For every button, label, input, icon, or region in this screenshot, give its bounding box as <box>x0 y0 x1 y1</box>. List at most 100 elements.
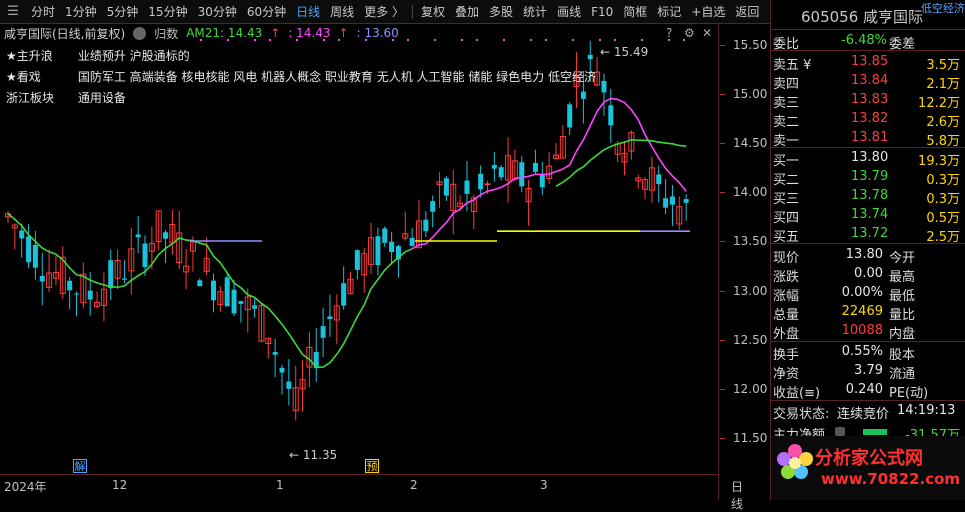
stat-label: 外盘 <box>773 327 800 342</box>
signal-dot <box>503 39 505 41</box>
mark-button[interactable]: 标记 <box>652 3 686 20</box>
multi-stock-button[interactable]: 多股 <box>484 3 518 20</box>
ask-row[interactable]: 卖三 13.83 12.2万 <box>771 90 965 111</box>
add-watchlist-button[interactable]: +自选 <box>686 3 730 20</box>
tab-weekly[interactable]: 周线 <box>325 3 359 20</box>
up-arrow-icon: ↑ <box>338 26 349 40</box>
candle-body <box>587 54 593 60</box>
candle-body <box>108 260 114 289</box>
divider <box>771 50 965 51</box>
candle-body <box>580 91 586 99</box>
statistics-button[interactable]: 统计 <box>518 3 552 20</box>
stat-row[interactable]: 现价 13.80 今开 <box>771 245 965 266</box>
ask-row[interactable]: 卖五 ¥13.85 3.5万 <box>771 52 965 73</box>
stat-row[interactable]: 收益(≡) 0.240 PE(动) <box>771 380 965 401</box>
settings-icon[interactable] <box>133 26 147 40</box>
stat-row[interactable]: 总量 22469 量比 <box>771 302 965 323</box>
tab-1min[interactable]: 1分钟 <box>60 3 102 20</box>
bid-row[interactable]: 买四 13.74 0.5万 <box>771 205 965 226</box>
stock-code: 605056 <box>801 8 859 26</box>
status-time: 14:19:13 <box>897 403 956 418</box>
help-icon[interactable]: ? <box>666 26 672 40</box>
ask-price: 13.82 <box>851 111 889 126</box>
bid-row[interactable]: 买三 13.78 0.3万 <box>771 186 965 207</box>
x-tick-period[interactable]: 日线 <box>731 478 743 512</box>
flow-bar <box>863 429 887 435</box>
signal-dot <box>614 39 616 41</box>
info-value: 国防军工 高端装备 核电核能 风电 机器人概念 职业教育 无人机 人工智能 储能… <box>77 70 596 84</box>
flow-icon[interactable] <box>835 427 845 436</box>
ask-row[interactable]: 卖一 13.81 5.8万 <box>771 128 965 149</box>
back-button[interactable]: 返回 <box>730 3 764 20</box>
settings-icon[interactable]: ⚙ <box>684 26 695 40</box>
stat-value: 22469 <box>841 304 883 319</box>
y-tick: 12.50 <box>719 333 768 347</box>
signal-dot <box>545 39 547 41</box>
candle-body <box>519 162 525 187</box>
tab-daily[interactable]: 日线 <box>291 3 325 20</box>
candle-body <box>74 293 79 295</box>
tab-15min[interactable]: 15分钟 <box>143 3 192 20</box>
date-axis: 2024年 12 1 2 3 日线 <box>0 474 743 511</box>
ask-price: 13.84 <box>851 73 889 88</box>
x-tick: 2 <box>410 478 418 492</box>
signal-dot <box>434 39 436 41</box>
stat-row[interactable]: 涨跌 0.00 最高 <box>771 264 965 285</box>
brand-watermark: 分析家公式网 www.70822.com <box>771 436 965 500</box>
candle-body <box>567 104 573 128</box>
tab-more[interactable]: 更多 〉 <box>359 3 409 20</box>
tab-5min[interactable]: 5分钟 <box>102 3 144 20</box>
tab-30min[interactable]: 30分钟 <box>193 3 242 20</box>
overlay-button[interactable]: 叠加 <box>450 3 484 20</box>
concept-tag[interactable]: 低空经济 <box>921 0 965 16</box>
simple-frame-button[interactable]: 简框 <box>618 3 652 20</box>
bid-price: 13.72 <box>851 226 889 241</box>
candle-body <box>32 244 38 268</box>
tab-fenshi[interactable]: 分时 <box>26 3 60 20</box>
bid-row[interactable]: 买五 13.72 2.5万 <box>771 224 965 245</box>
candle-body <box>389 241 395 253</box>
ask-row[interactable]: 卖二 13.82 2.6万 <box>771 109 965 130</box>
info-value: 通用设备 <box>77 91 126 105</box>
bid-row[interactable]: 买二 13.79 0.3万 <box>771 167 965 188</box>
close-icon[interactable]: ✕ <box>702 26 712 40</box>
y-tick: 15.50 <box>719 38 768 52</box>
ma-green-line-2 <box>555 138 687 187</box>
info-label: 浙江板块 <box>6 91 55 105</box>
tab-60min[interactable]: 60分钟 <box>242 3 291 20</box>
menu-icon[interactable]: ☰ <box>4 3 22 21</box>
candle-body <box>484 183 491 186</box>
order-ratio-row: 委比 -6.48% 委差 <box>771 31 965 52</box>
f10-button[interactable]: F10 <box>586 5 618 19</box>
candle-body <box>430 201 436 212</box>
stat-row[interactable]: 外盘 10088 内盘 <box>771 321 965 342</box>
candle-body <box>231 289 237 314</box>
candle-body <box>382 228 388 243</box>
candle-body <box>656 174 662 185</box>
stat-row[interactable]: 涨幅 0.00% 最低 <box>771 283 965 304</box>
stock-title: 605056 咸亨国际 <box>801 6 923 27</box>
unlock-flag[interactable]: 解 <box>73 459 87 473</box>
x-tick: 3 <box>540 478 548 492</box>
candle-body <box>272 352 278 355</box>
stat-value: 0.00 <box>854 266 883 281</box>
stat-value: 0.00% <box>841 285 883 300</box>
forecast-flag[interactable]: 预 <box>365 459 379 473</box>
info-row-main: ★主升浪 业绩预升 沪股通标的 <box>6 47 190 64</box>
candle-body <box>669 196 675 205</box>
restore-rights-button[interactable]: 复权 <box>416 3 450 20</box>
candle-body <box>532 163 538 172</box>
candle-body <box>423 219 429 232</box>
stat-value: 13.80 <box>845 247 883 262</box>
draw-line-button[interactable]: 画线 <box>552 3 586 20</box>
bid-row[interactable]: 买一 13.80 19.3万 <box>771 148 965 169</box>
status-label: 交易状态: <box>773 407 830 422</box>
stat-row[interactable]: 净资 3.79 流通 <box>771 361 965 382</box>
ask-row[interactable]: 卖四 13.84 2.1万 <box>771 71 965 92</box>
high-price-label: ← 15.49 <box>600 45 648 59</box>
indicator-name[interactable]: 归数 <box>154 25 178 42</box>
candle-body <box>142 243 148 268</box>
candle-body <box>341 283 347 306</box>
chart-header: 咸亨国际(日线,前复权) 归数 AM21: 14.43 ↑ : 14.43 ↑ : … <box>4 25 399 41</box>
stat-row[interactable]: 换手 0.55% 股本 <box>771 342 965 363</box>
